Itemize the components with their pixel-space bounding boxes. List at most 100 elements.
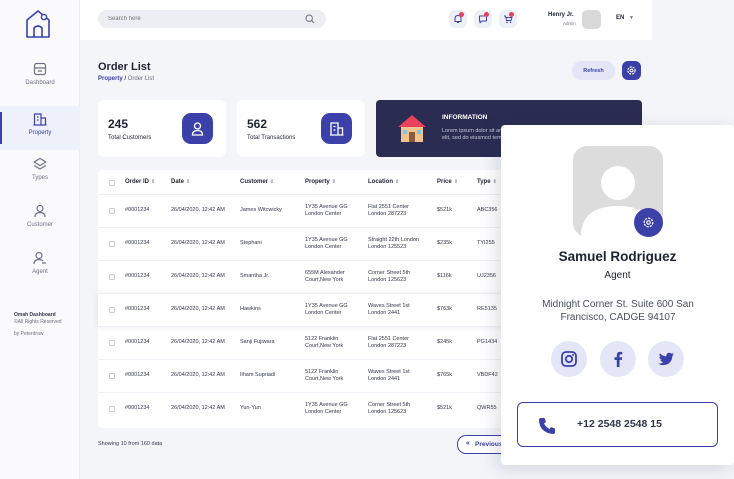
previous-label: Previous xyxy=(475,441,503,448)
row-checkbox[interactable] xyxy=(109,208,115,214)
building-icon xyxy=(330,122,344,136)
row-checkbox[interactable] xyxy=(109,241,115,247)
sort-icon: ⇕ xyxy=(151,179,156,185)
notification-dot xyxy=(459,12,464,17)
brand-by: by Peterdraw xyxy=(14,331,44,337)
cell-price-text: $235k xyxy=(437,240,452,246)
cell-date: 26/04/2020, 12:42 AM xyxy=(171,273,225,280)
cell-property: 655M Alexander Court,New York xyxy=(305,270,345,283)
cell-property-text: London Center xyxy=(305,210,342,217)
cell-date-text: 26/04/2020, 12:42 AM xyxy=(171,339,225,345)
cell-date: 26/04/2020, 12:42 AM xyxy=(171,306,225,313)
gear-icon xyxy=(643,217,654,228)
cell-customer: James Witcwicky xyxy=(240,207,282,214)
breadcrumb-root[interactable]: Property / xyxy=(98,76,126,82)
cart-button[interactable] xyxy=(499,10,517,28)
cell-price: $235k xyxy=(437,240,452,247)
twitter-button[interactable] xyxy=(648,341,684,377)
chevron-down-icon[interactable]: ▼ xyxy=(629,15,634,21)
brand-footer: Omah Dashboard ©All Rights Reserved by P… xyxy=(14,312,62,338)
facebook-button[interactable] xyxy=(600,341,636,377)
agent-address: Midnight Corner St. Suite 600 San Franci… xyxy=(542,299,694,323)
sidebar-item-agent[interactable]: Agent xyxy=(0,251,80,295)
cell-price: $245k xyxy=(437,339,452,346)
cell-order-id: #0001234 xyxy=(125,372,149,379)
avatar[interactable] xyxy=(582,10,601,29)
column-header-date[interactable]: Date ⇕ xyxy=(171,179,190,185)
row-checkbox[interactable] xyxy=(109,274,115,280)
property-icon xyxy=(33,113,47,126)
settings-button[interactable] xyxy=(622,61,641,80)
sidebar-item-dashboard[interactable]: Dashboard xyxy=(0,62,80,106)
sidebar: Dashboard Property Types Customer Agent … xyxy=(0,0,80,479)
sidebar-item-customer[interactable]: Customer xyxy=(0,204,80,248)
cell-property-text: Court,New York xyxy=(305,375,344,382)
notifications-button[interactable] xyxy=(449,10,467,28)
select-all-checkbox[interactable] xyxy=(109,180,115,186)
cell-order-id-text: #0001234 xyxy=(125,372,150,378)
page-title: Order List xyxy=(98,61,151,73)
row-checkbox[interactable] xyxy=(109,307,115,313)
instagram-button[interactable] xyxy=(551,341,587,377)
cell-price-text: $245k xyxy=(437,339,452,345)
cell-type: UJ2356 xyxy=(477,273,496,280)
cell-order-id-text: #0001234 xyxy=(125,306,150,312)
cell-date: 26/04/2020, 12:42 AM xyxy=(171,240,225,247)
brand-name: Omah Dashboard xyxy=(14,312,56,318)
stat-card-customers: 245 Total Customers xyxy=(98,100,226,157)
search-input[interactable] xyxy=(108,14,288,24)
cell-customer: Smantha Jr. xyxy=(240,273,269,280)
cell-type: ABC356 xyxy=(477,207,498,214)
agent-name: Samuel Rodriguez xyxy=(558,249,677,264)
breadcrumb-current: Order List xyxy=(127,76,155,82)
agent-profile-card: Samuel Rodriguez Agent Midnight Corner S… xyxy=(501,125,734,465)
edit-photo-button[interactable] xyxy=(634,208,663,237)
notification-dot xyxy=(509,12,514,17)
user-role: Admin xyxy=(563,21,576,26)
cell-customer: Ilham Supriadi xyxy=(240,372,275,379)
sort-icon: ⇕ xyxy=(453,179,458,185)
cell-property-text: 655M Alexander xyxy=(305,270,345,276)
cell-location: Corner Street 5th London 125623 xyxy=(368,402,410,415)
stat-label: Total Customers xyxy=(108,135,152,141)
messages-button[interactable] xyxy=(474,10,492,28)
column-header-location[interactable]: Location ⇕ xyxy=(368,179,399,185)
cell-date: 26/04/2020, 12:42 AM xyxy=(171,372,225,379)
cell-location: Flat 2551 Center London 287223 xyxy=(368,336,409,349)
column-header-customer[interactable]: Customer ⇕ xyxy=(240,179,274,185)
row-checkbox[interactable] xyxy=(109,406,115,412)
column-header-type[interactable]: Type ⇕ xyxy=(477,179,497,185)
column-header-order-id[interactable]: Order ID ⇕ xyxy=(125,179,155,185)
cell-property-text: 1Y35 Avenue GG xyxy=(305,204,348,210)
cell-price: $521k xyxy=(437,405,452,412)
cell-customer-text: James Witcwicky xyxy=(240,207,282,213)
cell-customer-text: Ilham Supriadi xyxy=(240,372,276,378)
cell-property-text: 1Y35 Avenue GG xyxy=(305,303,348,309)
cell-date-text: 26/04/2020, 12:42 AM xyxy=(171,405,225,411)
customers-stat-icon xyxy=(182,113,213,144)
cell-property-text: Court,New York xyxy=(305,276,344,283)
row-checkbox[interactable] xyxy=(109,373,115,379)
dashboard-icon xyxy=(33,62,47,76)
logo[interactable] xyxy=(24,8,52,40)
cell-date-text: 26/04/2020, 12:42 AM xyxy=(171,306,225,312)
cell-order-id: #0001234 xyxy=(125,240,149,247)
refresh-button[interactable]: Refresh xyxy=(572,61,615,80)
stat-card-transactions: 562 Total Transactions xyxy=(237,100,365,157)
sidebar-item-types[interactable]: Types xyxy=(0,157,80,201)
cell-type-text: VBDF42 xyxy=(477,372,498,378)
phone-contact[interactable]: +12 2548 2548 15 xyxy=(517,402,718,447)
cell-type: TYI255 xyxy=(477,240,495,247)
cell-property: 5122 Franklin Court,New York xyxy=(305,336,343,349)
column-header-price[interactable]: Price ⇕ xyxy=(437,179,458,185)
column-header-label: Date xyxy=(171,179,185,185)
sidebar-item-property[interactable]: Property xyxy=(0,106,80,150)
row-checkbox[interactable] xyxy=(109,340,115,346)
cell-location-text: London 287223 xyxy=(368,342,407,349)
cell-date: 26/04/2020, 12:42 AM xyxy=(171,339,225,346)
column-header-property[interactable]: Property ⇕ xyxy=(305,179,336,185)
search-icon[interactable] xyxy=(305,14,315,24)
language-selector[interactable]: EN xyxy=(616,15,624,21)
cell-price: $763k xyxy=(437,306,452,313)
twitter-icon xyxy=(658,352,674,366)
